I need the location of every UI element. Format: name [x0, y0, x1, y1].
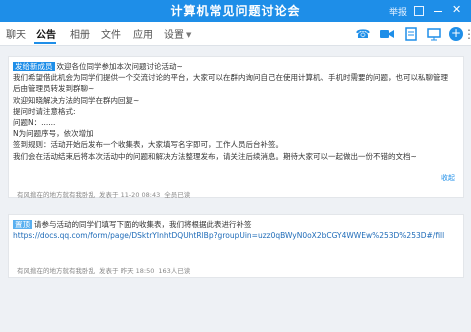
tab-announcement[interactable]: 公告 [36, 26, 56, 41]
post-time: 发表于 11-20 08:43 [99, 191, 161, 199]
close-icon[interactable]: ✕ [452, 3, 462, 16]
active-tab-indicator [34, 42, 56, 44]
more-icon[interactable]: ⋮ [463, 26, 471, 42]
author-name[interactable]: 有风掀在的地方就有我卧乱 [17, 267, 95, 275]
tab-apps[interactable]: 应用 [133, 26, 153, 41]
announcement-card: 发给新成员 欢迎各位同学参加本次问题讨论活动~ 我们希望借此机会为同学们提供一个交… [8, 56, 464, 199]
announcement-meta: 有风掀在的地方就有我卧乱 发表于 昨天 18:50 163人已读 [17, 265, 194, 275]
announcement-line: 后由管理员转发到群聊~ [13, 84, 95, 94]
announcement-line: 问题N：...... [13, 118, 56, 128]
new-member-tag: 发给新成员 [13, 62, 55, 71]
announcement-line: 签到规则：活动开始后发布一个收集表，大家填写名字即可，工作人员后台补签。 [13, 140, 283, 150]
pinned-tag: 置顶 [13, 220, 32, 229]
minimize-icon[interactable] [433, 6, 443, 16]
screen-share-icon[interactable] [426, 26, 442, 42]
video-icon[interactable] [379, 26, 395, 42]
pinned-announcement-card: 置顶 请参与活动的同学们填写下面的收集表，我们将根据此表进行补签 https://… [8, 214, 464, 278]
author-name[interactable]: 有风掀在的地方就有我卧乱 [17, 191, 95, 199]
add-icon[interactable]: + [449, 27, 463, 41]
tab-files[interactable]: 文件 [101, 26, 121, 41]
announcement-line: 欢迎知晓解决方法的同学在群内回复~ [13, 95, 140, 105]
phone-icon[interactable]: ☎ [355, 26, 371, 42]
announcement-line: 我们会在活动结束后将本次活动中的问题和解决方法整理发布，请关注后续消息。期待大家… [13, 151, 417, 161]
nav-bar: 聊天 公告 相册 文件 应用 设置 ▼ ☎ + ⋮ [0, 22, 471, 46]
form-link[interactable]: https://docs.qq.com/form/page/DSktrYInht… [13, 231, 444, 240]
read-count[interactable]: 163人已读 [158, 267, 190, 275]
maximize-icon[interactable] [414, 6, 424, 16]
tab-settings-label: 设置 [164, 30, 184, 41]
tab-album[interactable]: 相册 [70, 26, 90, 41]
read-status[interactable]: 全员已读 [164, 191, 190, 199]
title-bar: 计算机常见问题讨论会 举报 ✕ [0, 0, 471, 22]
announcement-line: 我们希望借此机会为同学们提供一个交流讨论的平台，大家可以在群内询问自己在使用计算… [13, 73, 448, 83]
announcement-line: N为问题序号，依次增加 [13, 129, 94, 139]
chevron-down-icon: ▼ [186, 31, 192, 39]
collapse-link[interactable]: 收起 [441, 173, 455, 183]
post-time: 发表于 昨天 18:50 [99, 267, 155, 275]
announcement-first-line: 请参与活动的同学们填写下面的收集表，我们将根据此表进行补签 [34, 220, 252, 229]
tab-chat[interactable]: 聊天 [6, 26, 26, 41]
document-icon[interactable] [403, 26, 419, 42]
announcement-first-line: 欢迎各位同学参加本次问题讨论活动~ [56, 62, 183, 71]
announcement-body: 置顶 请参与活动的同学们填写下面的收集表，我们将根据此表进行补签 https://… [13, 219, 457, 241]
announcement-line: 提问时请注意格式: [13, 106, 76, 116]
announcement-meta: 有风掀在的地方就有我卧乱 发表于 11-20 08:43 全员已读 [17, 189, 194, 199]
tab-settings[interactable]: 设置 ▼ [164, 26, 191, 41]
announcement-body: 发给新成员 欢迎各位同学参加本次问题讨论活动~ 我们希望借此机会为同学们提供一个交… [13, 61, 457, 162]
report-link[interactable]: 举报 [389, 5, 407, 18]
